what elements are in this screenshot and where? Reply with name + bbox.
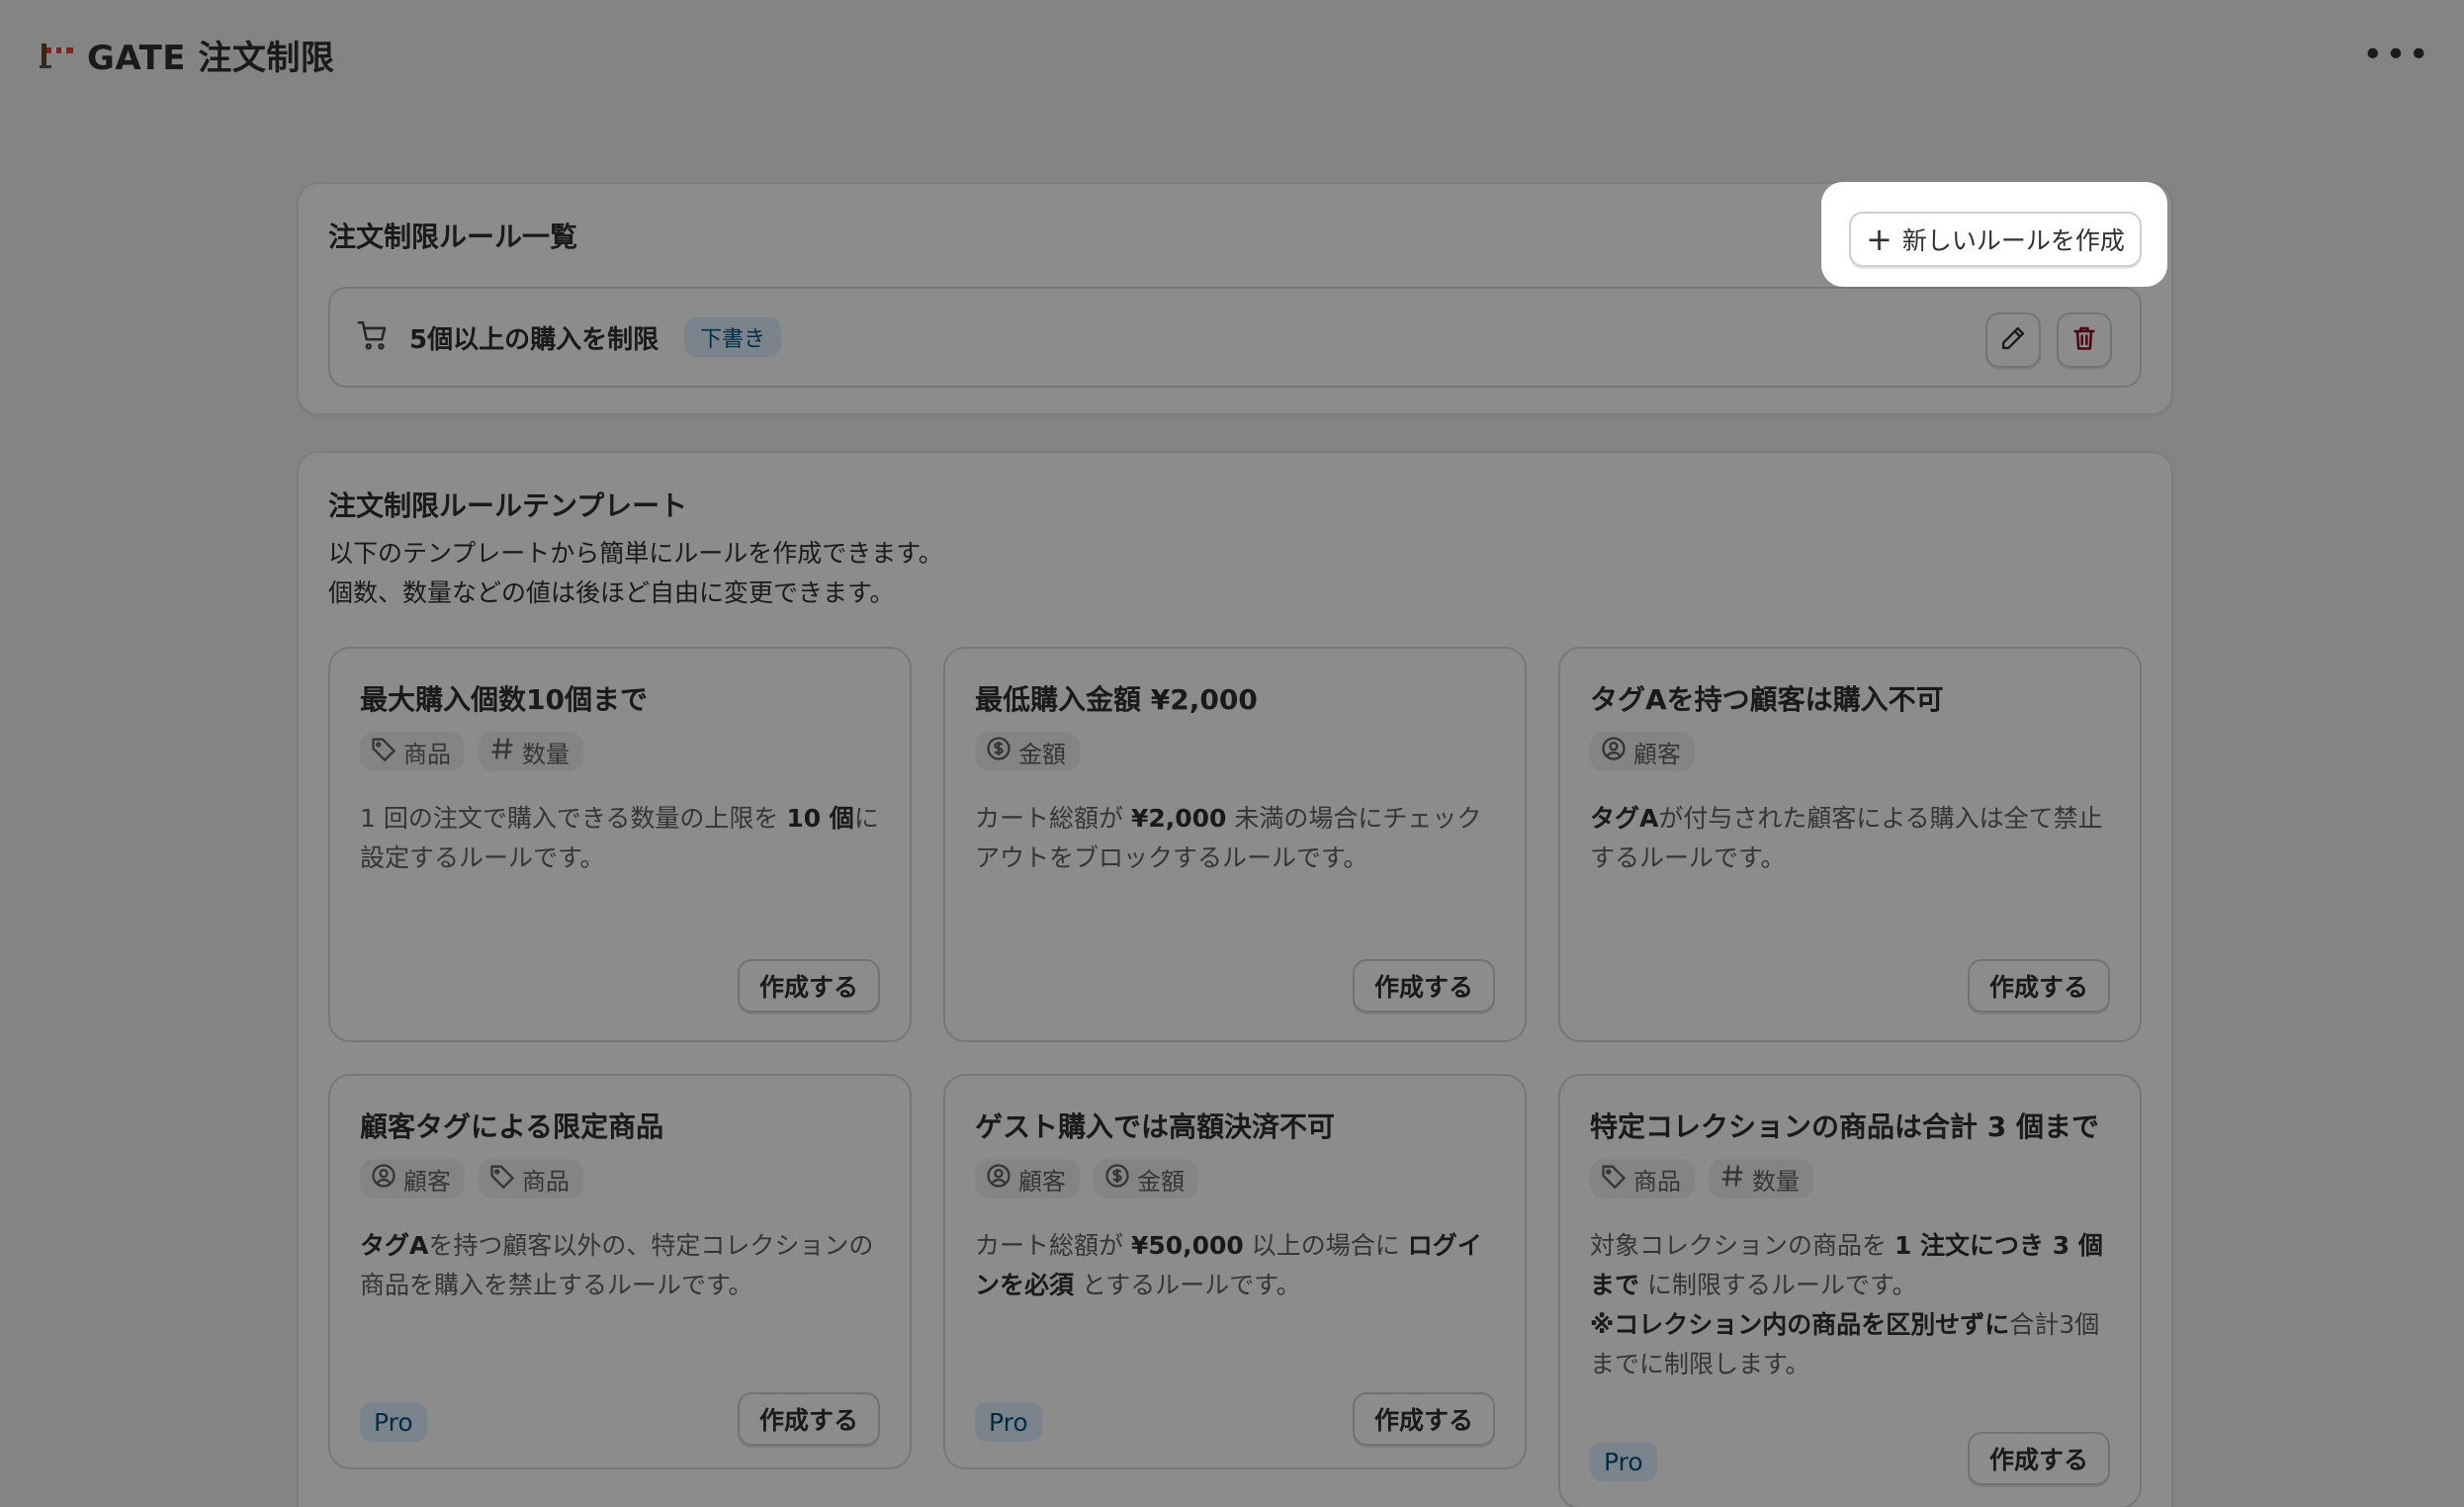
plus-icon: +: [1866, 221, 1892, 258]
new-rule-button[interactable]: + 新しいルールを作成: [1849, 212, 2142, 267]
new-rule-label: 新しいルールを作成: [1901, 226, 2125, 255]
